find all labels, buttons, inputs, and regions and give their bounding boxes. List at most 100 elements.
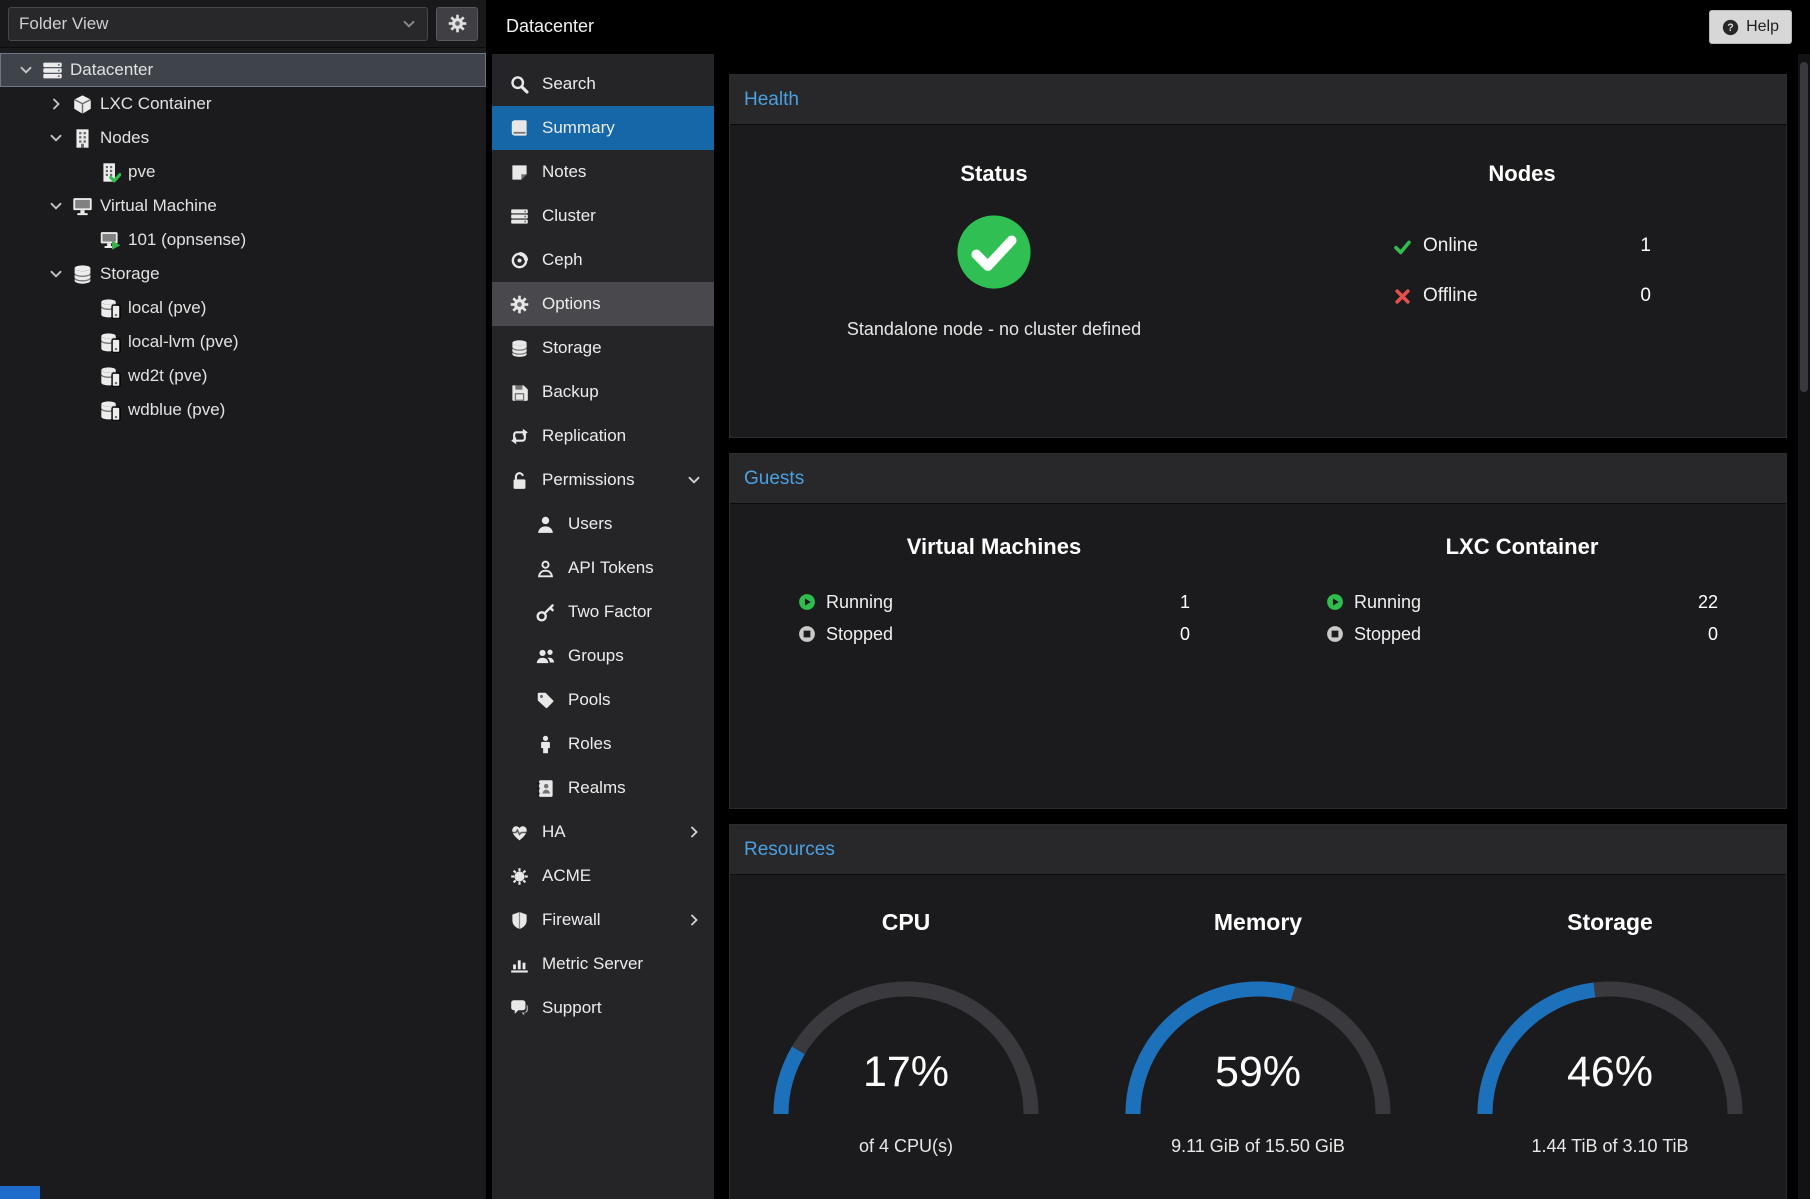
tree-item-label: local-lvm (pve) xyxy=(128,332,239,352)
menu-item-options[interactable]: Options xyxy=(492,282,714,326)
gear-icon xyxy=(510,295,529,314)
menu-item-label: Support xyxy=(542,998,602,1018)
nodes-heading: Nodes xyxy=(1488,161,1555,187)
tree-settings-button[interactable] xyxy=(436,7,478,41)
offline-label: Offline xyxy=(1423,285,1478,307)
tree-item-label: LXC Container xyxy=(100,94,212,114)
tree-item-nodes[interactable]: Nodes xyxy=(0,121,486,155)
vm-rows: Running 1 Stopped 0 xyxy=(798,586,1190,650)
menu-item-replication[interactable]: Replication xyxy=(492,414,714,458)
status-message: Standalone node - no cluster defined xyxy=(847,319,1141,340)
sync-icon xyxy=(510,427,529,446)
chevron-down-icon[interactable] xyxy=(686,472,702,488)
online-label: Online xyxy=(1423,235,1478,257)
tree-item-datacenter[interactable]: Datacenter xyxy=(0,53,486,87)
cube-icon xyxy=(72,94,93,115)
vertical-scrollbar[interactable] xyxy=(1798,54,1810,1199)
tree-item-pve[interactable]: pve xyxy=(0,155,486,189)
tree-item-lxc-container[interactable]: LXC Container xyxy=(0,87,486,121)
tree-item-label: 101 (opnsense) xyxy=(128,230,246,250)
status-ok-icon xyxy=(955,213,1033,291)
tree-item-101-opnsense[interactable]: 101 (opnsense) xyxy=(0,223,486,257)
chevron-down-icon[interactable] xyxy=(47,266,65,282)
guests-body: Virtual Machines Running 1 Stopped 0 xyxy=(730,504,1786,808)
expander-spacer xyxy=(75,164,93,180)
main-content: Health Status Standalone node - no clust… xyxy=(714,54,1798,1199)
lxc-running-label: Running xyxy=(1354,592,1421,613)
menu-item-label: Users xyxy=(568,514,612,534)
menu-item-realms[interactable]: Realms xyxy=(492,766,714,810)
db-drive-icon xyxy=(100,366,121,387)
page-title: Datacenter xyxy=(506,16,594,37)
storage-gauge-arc: 46% xyxy=(1470,972,1750,1124)
menu-item-roles[interactable]: Roles xyxy=(492,722,714,766)
guests-panel-header: Guests xyxy=(730,454,1786,504)
menu-item-notes[interactable]: Notes xyxy=(492,150,714,194)
chevron-down-icon[interactable] xyxy=(17,62,35,78)
lxc-heading: LXC Container xyxy=(1446,534,1599,560)
tree-item-wdblue-pve[interactable]: wdblue (pve) xyxy=(0,393,486,427)
menu-item-label: Storage xyxy=(542,338,602,358)
menu-item-acme[interactable]: ACME xyxy=(492,854,714,898)
cpu-gauge-heading: CPU xyxy=(882,909,931,936)
cross-icon xyxy=(1393,287,1412,306)
user-o-icon xyxy=(536,559,555,578)
floppy-icon xyxy=(510,383,529,402)
menu-item-support[interactable]: Support xyxy=(492,986,714,1030)
memory-gauge-heading: Memory xyxy=(1214,909,1302,936)
memory-gauge-value: 59% xyxy=(1118,1048,1398,1097)
menu-item-metric-server[interactable]: Metric Server xyxy=(492,942,714,986)
menu-item-backup[interactable]: Backup xyxy=(492,370,714,414)
vm-heading: Virtual Machines xyxy=(907,534,1081,560)
unlock-icon xyxy=(510,471,529,490)
help-button[interactable]: ? Help xyxy=(1709,10,1792,44)
address-book-icon xyxy=(536,779,555,798)
seal-icon xyxy=(510,867,529,886)
menu-item-users[interactable]: Users xyxy=(492,502,714,546)
menu-item-firewall[interactable]: Firewall xyxy=(492,898,714,942)
menu-item-ha[interactable]: HA xyxy=(492,810,714,854)
resources-panel: Resources CPU 17% of 4 CPU(s) Memory xyxy=(729,824,1787,1199)
health-panel-header: Health xyxy=(730,75,1786,125)
tree-item-wd2t-pve[interactable]: wd2t (pve) xyxy=(0,359,486,393)
health-body: Status Standalone node - no cluster defi… xyxy=(730,125,1786,437)
storage-gauge-value: 46% xyxy=(1470,1048,1750,1097)
chevron-right-icon[interactable] xyxy=(686,912,702,928)
menu-item-search[interactable]: Search xyxy=(492,62,714,106)
nodes-offline-row: Offline 0 xyxy=(1393,271,1651,321)
comments-icon xyxy=(510,999,529,1018)
storage-gauge-heading: Storage xyxy=(1567,909,1653,936)
menu-item-permissions[interactable]: Permissions xyxy=(492,458,714,502)
expander-spacer xyxy=(75,300,93,316)
guests-title: Guests xyxy=(744,468,804,490)
tree-item-virtual-machine[interactable]: Virtual Machine xyxy=(0,189,486,223)
users-icon xyxy=(536,647,555,666)
tree-item-local-pve[interactable]: local (pve) xyxy=(0,291,486,325)
menu-item-storage[interactable]: Storage xyxy=(492,326,714,370)
menu-item-ceph[interactable]: Ceph xyxy=(492,238,714,282)
tree-item-storage[interactable]: Storage xyxy=(0,257,486,291)
menu-item-two-factor[interactable]: Two Factor xyxy=(492,590,714,634)
menu-item-cluster[interactable]: Cluster xyxy=(492,194,714,238)
lxc-stopped-count: 0 xyxy=(1708,624,1718,645)
menu-item-label: Options xyxy=(542,294,601,314)
tree-item-local-lvm-pve[interactable]: local-lvm (pve) xyxy=(0,325,486,359)
vm-running-label: Running xyxy=(826,592,893,613)
scrollbar-thumb[interactable] xyxy=(1800,62,1808,392)
menu-item-summary[interactable]: Summary xyxy=(492,106,714,150)
health-title: Health xyxy=(744,89,799,111)
vm-running-row: Running 1 xyxy=(798,586,1190,618)
resources-panel-header: Resources xyxy=(730,825,1786,875)
tree-item-label: pve xyxy=(128,162,155,182)
menu-item-label: Metric Server xyxy=(542,954,643,974)
chevron-right-icon[interactable] xyxy=(47,96,65,112)
view-mode-select[interactable]: Folder View xyxy=(8,7,428,41)
resources-title: Resources xyxy=(744,839,835,861)
memory-gauge: Memory 59% 9.11 GiB of 15.50 GiB xyxy=(1103,909,1413,1199)
menu-item-groups[interactable]: Groups xyxy=(492,634,714,678)
menu-item-api-tokens[interactable]: API Tokens xyxy=(492,546,714,590)
menu-item-pools[interactable]: Pools xyxy=(492,678,714,722)
chevron-down-icon[interactable] xyxy=(47,130,65,146)
chevron-down-icon[interactable] xyxy=(47,198,65,214)
chevron-right-icon[interactable] xyxy=(686,824,702,840)
